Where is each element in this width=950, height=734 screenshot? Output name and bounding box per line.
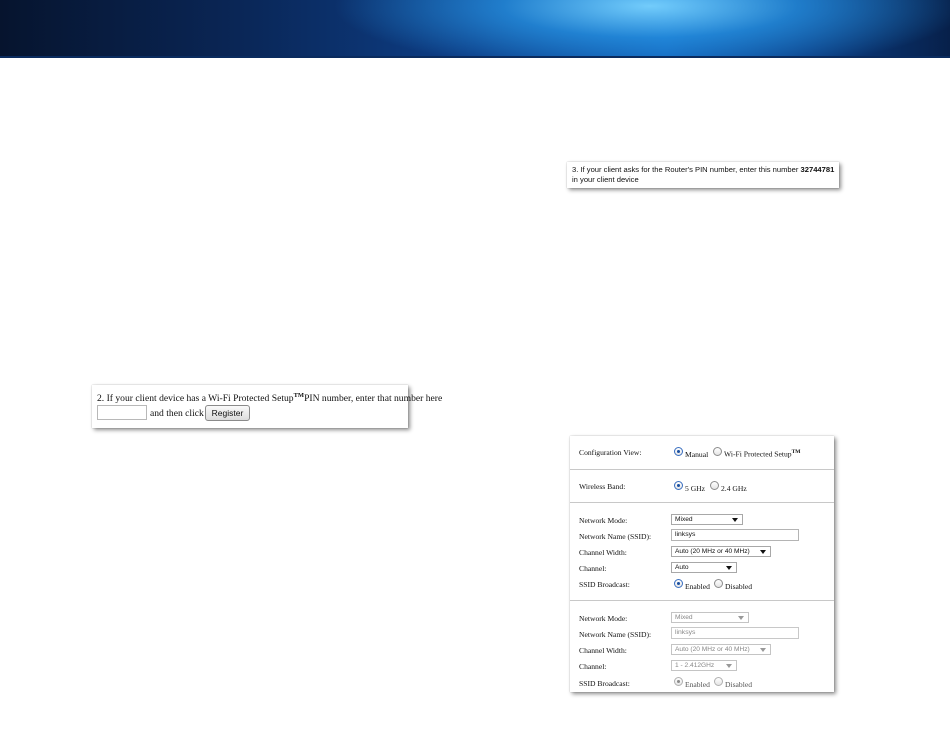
chevron-down-icon <box>726 664 732 668</box>
channel-select[interactable]: Auto <box>671 562 737 573</box>
instruction-text: 2. If your client device has a Wi-Fi Pro… <box>97 393 294 405</box>
ssid-label: Network Name (SSID): <box>579 532 652 541</box>
broadcast-enabled-label: Enabled <box>685 582 710 591</box>
register-button[interactable]: Register <box>205 405 250 421</box>
ssid-input-24[interactable]: linksys <box>671 627 799 639</box>
network-mode-select-24[interactable]: Mixed <box>671 612 749 623</box>
channel-width-select[interactable]: Auto (20 MHz or 40 MHz) <box>671 546 771 557</box>
router-pin-number: 32744781 <box>800 165 835 174</box>
channel-label: Channel: <box>579 564 607 573</box>
config-manual-label: Manual <box>685 450 709 459</box>
divider <box>570 502 834 503</box>
ssid-input[interactable]: linksys <box>671 529 799 541</box>
pin-text-after: in your client device <box>572 175 639 184</box>
network-mode-label: Network Mode: <box>579 516 628 525</box>
chevron-down-icon <box>760 648 766 652</box>
channel-width-label: Channel Width: <box>579 548 627 557</box>
ssid-label-24: Network Name (SSID): <box>579 630 652 639</box>
broadcast-disabled-radio[interactable] <box>714 579 723 588</box>
broadcast-enabled-label-24: Enabled <box>685 680 710 689</box>
band-24ghz-radio[interactable] <box>710 481 719 490</box>
broadcast-disabled-radio-24[interactable] <box>714 677 723 686</box>
broadcast-disabled-label-24: Disabled <box>725 680 752 689</box>
broadcast-enabled-radio-24[interactable] <box>674 677 683 686</box>
network-mode-select[interactable]: Mixed <box>671 514 743 525</box>
config-wps-radio[interactable] <box>713 447 722 456</box>
trademark-mark: TM <box>293 392 305 399</box>
divider <box>570 600 834 601</box>
client-pin-input[interactable] <box>97 405 147 420</box>
network-mode-label-24: Network Mode: <box>579 614 628 623</box>
config-view-label: Configuration View: <box>579 448 642 457</box>
config-manual-radio[interactable] <box>674 447 683 456</box>
band-5ghz-radio[interactable] <box>674 481 683 490</box>
config-wps-label: Wi-Fi Protected SetupTM <box>724 449 801 459</box>
chevron-down-icon <box>738 616 744 620</box>
chevron-down-icon <box>732 518 738 522</box>
ssid-broadcast-label: SSID Broadcast: <box>579 580 630 589</box>
client-pin-register-panel: 2. If your client device has a Wi-Fi Pro… <box>92 385 442 428</box>
then-click-label: and then click <box>150 408 204 419</box>
instruction-suffix: PIN number, enter that number here <box>304 393 443 405</box>
band-24ghz-label: 2.4 GHz <box>721 484 747 493</box>
chevron-down-icon <box>760 550 766 554</box>
channel-select-24[interactable]: 1 - 2.412GHz <box>671 660 737 671</box>
pin-text-before: 3. If your client asks for the Router's … <box>572 165 801 174</box>
band-5ghz-label: 5 GHz <box>685 484 706 493</box>
channel-width-label-24: Channel Width: <box>579 646 627 655</box>
channel-label-24: Channel: <box>579 662 607 671</box>
header-banner <box>0 0 950 58</box>
broadcast-enabled-radio[interactable] <box>674 579 683 588</box>
divider <box>570 469 834 470</box>
client-pin-instruction: 2. If your client device has a Wi-Fi Pro… <box>97 392 442 404</box>
channel-width-select-24[interactable]: Auto (20 MHz or 40 MHz) <box>671 644 771 655</box>
wireless-band-label: Wireless Band: <box>579 482 626 491</box>
wireless-settings-panel: Configuration View: Manual Wi-Fi Protect… <box>570 436 834 692</box>
ssid-broadcast-label-24: SSID Broadcast: <box>579 679 630 688</box>
chevron-down-icon <box>726 566 732 570</box>
broadcast-disabled-label: Disabled <box>725 582 752 591</box>
router-pin-instruction: 3. If your client asks for the Router's … <box>567 162 839 188</box>
